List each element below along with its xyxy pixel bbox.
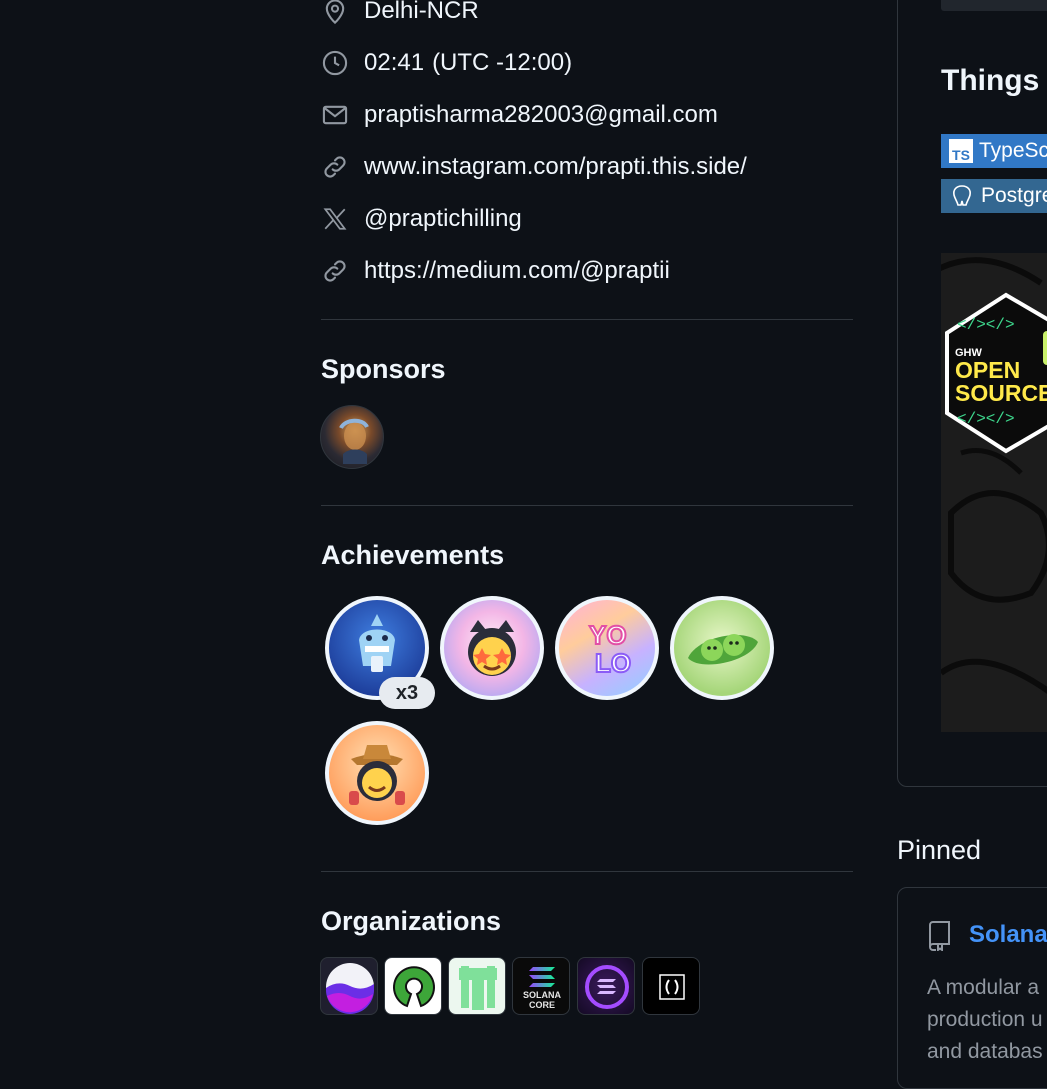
description-line-3: and databas: [927, 1040, 1043, 1063]
svg-text:</></>: </></>: [957, 316, 1015, 334]
location-row: Delhi-NCR: [320, 0, 479, 27]
x-handle-link[interactable]: @praptichilling: [364, 205, 522, 233]
location-text: Delhi-NCR: [364, 0, 479, 24]
achievement-count-badge: x3: [379, 677, 435, 709]
org-6-logo-icon: [659, 974, 685, 1000]
typescript-label: TypeSc: [979, 139, 1047, 162]
location-icon: [320, 0, 350, 26]
org-1-logo-icon: [326, 963, 374, 1014]
readme-top-image: [941, 0, 1047, 11]
banner-open: OPEN: [955, 357, 1021, 383]
local-time-row: 02:41 (UTC -12:00): [320, 47, 572, 79]
pinned-heading: Pinned: [897, 835, 982, 865]
clock-icon: [320, 48, 350, 78]
cowboy-icon: [349, 745, 405, 805]
open-source-logo-icon: [393, 966, 435, 1008]
link-icon: [320, 152, 350, 182]
yolo-icon: YO LO: [588, 619, 632, 679]
org-avatar-2[interactable]: [384, 957, 442, 1015]
timezone: (UTC -12:00): [432, 49, 573, 76]
achievement-yolo-badge[interactable]: YO LO: [555, 596, 659, 700]
achievement-pair-badge[interactable]: [670, 596, 774, 700]
typescript-icon: TS: [949, 139, 973, 163]
core-word: CORE: [528, 1000, 555, 1010]
solana-ring-logo-icon: [585, 965, 629, 1009]
sponsor-avatar-image: [339, 418, 369, 464]
description-line-1: A modular a: [927, 976, 1040, 999]
org-avatar-solana-core[interactable]: SOLANA CORE: [512, 957, 570, 1015]
x-logo-icon: [320, 204, 350, 234]
pinned-repo-link[interactable]: Solana: [969, 921, 1047, 949]
mail-icon: [320, 100, 350, 130]
svg-text:LO: LO: [595, 648, 631, 678]
org-avatar-3[interactable]: [448, 957, 506, 1015]
org-avatar-1[interactable]: [320, 957, 378, 1015]
solana-word: SOLANA: [523, 990, 561, 1000]
pinned-repo-description: A modular a production u and databas: [927, 972, 1043, 1068]
website-row[interactable]: www.instagram.com/prapti.this.side/: [320, 151, 747, 183]
pinned-repo-card: Solana A modular a production u and data…: [897, 887, 1047, 1089]
organizations-heading: Organizations: [321, 906, 502, 936]
medium-link[interactable]: https://medium.com/@praptii: [364, 257, 670, 285]
starstruck-icon: [468, 620, 516, 676]
postgres-badge: Postgre: [941, 179, 1047, 213]
medium-row[interactable]: https://medium.com/@praptii: [320, 255, 670, 287]
achievement-count-text: x3: [395, 681, 419, 704]
repo-icon: [926, 921, 952, 956]
org-3-logo-icon: [459, 966, 497, 1010]
description-line-2: production u: [927, 1008, 1043, 1031]
local-time: 02:41: [364, 49, 425, 76]
org-avatar-5[interactable]: [577, 957, 635, 1015]
sponsor-avatar[interactable]: [320, 405, 384, 469]
x-handle-row[interactable]: @praptichilling: [320, 203, 522, 235]
peapod-icon: [688, 634, 758, 665]
divider: [321, 319, 853, 320]
org-avatar-6[interactable]: [642, 957, 700, 1015]
typescript-badge: TS TypeSc: [941, 134, 1047, 168]
svg-text:</></>: </></>: [957, 410, 1015, 428]
achievement-starstruck-badge[interactable]: [440, 596, 544, 700]
sponsors-heading: Sponsors: [321, 354, 446, 384]
email-link[interactable]: praptisharma282003@gmail.com: [364, 101, 718, 129]
website-link[interactable]: www.instagram.com/prapti.this.side/: [364, 153, 747, 181]
achievements-heading: Achievements: [321, 540, 505, 570]
achievement-quickdraw-badge[interactable]: [325, 721, 429, 825]
ghw-banner-art: </></> </></>: [941, 257, 1047, 694]
postgres-label: Postgre: [981, 184, 1047, 207]
email-row[interactable]: praptisharma282003@gmail.com: [320, 99, 718, 131]
ghw-banner-image: </></> </></> GHW OPEN SOURCE: [941, 253, 1047, 732]
readme-heading: Things: [941, 64, 1040, 97]
postgres-elephant-icon: [949, 183, 975, 209]
banner-source: SOURCE: [955, 380, 1047, 406]
divider: [321, 505, 853, 506]
svg-text:YO: YO: [589, 620, 627, 650]
link-icon: [320, 256, 350, 286]
divider: [321, 871, 853, 872]
